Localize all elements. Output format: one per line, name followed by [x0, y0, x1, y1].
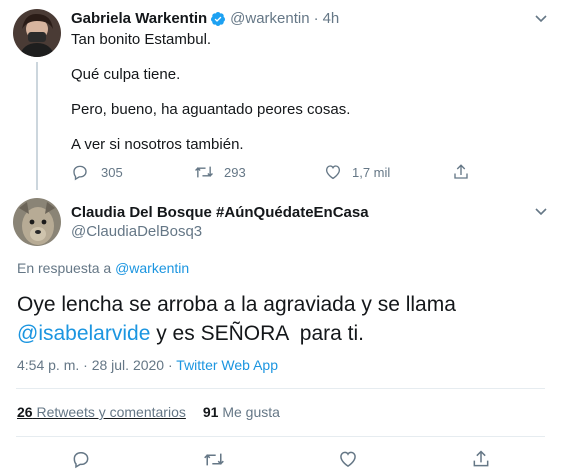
author-handle[interactable]: @ClaudiaDelBosq3 — [71, 223, 202, 240]
reply-context: En respuesta a @warkentin — [17, 260, 189, 276]
share-button[interactable] — [471, 449, 491, 469]
divider — [16, 436, 545, 437]
retweet-count: 293 — [224, 164, 246, 180]
author-name[interactable]: Gabriela Warkentin — [71, 10, 207, 27]
avatar-claudia[interactable] — [13, 198, 61, 246]
author-handle[interactable]: @warkentin — [230, 10, 309, 27]
engagement-stats: 26 Retweets y comentarios 91 Me gusta — [17, 404, 280, 420]
retweet-button[interactable]: 293 — [194, 163, 246, 181]
divider — [16, 388, 545, 389]
reply-tweet-header: Claudia Del Bosque #AúnQuédateEnCasa — [71, 204, 369, 222]
reply-icon — [71, 449, 91, 469]
thread-line — [36, 62, 38, 190]
retweet-icon — [194, 163, 214, 181]
separator-dot: · — [313, 10, 319, 27]
timestamp-separator: · — [164, 357, 177, 373]
tweet-time[interactable]: 4h — [323, 10, 340, 27]
reply-text-part2: y es SEÑORA para ti. — [150, 322, 364, 345]
share-icon — [471, 449, 491, 469]
retweet-button[interactable] — [203, 450, 225, 469]
tweet-line-4: A ver si nosotros también. — [71, 136, 244, 153]
retweet-icon — [203, 450, 225, 469]
likes-label: Me gusta — [222, 404, 280, 420]
heart-icon — [338, 449, 358, 469]
chevron-down-icon[interactable] — [531, 9, 551, 29]
timestamp[interactable]: 4:54 p. m. · 28 jul. 2020 — [17, 357, 164, 373]
tweet-line-3: Pero, bueno, ha aguantado peores cosas. — [71, 101, 351, 118]
author-name[interactable]: Claudia Del Bosque #AúnQuédateEnCasa — [71, 204, 369, 221]
chevron-down-icon[interactable] — [531, 202, 551, 222]
reply-count: 305 — [101, 164, 123, 180]
source-link[interactable]: Twitter Web App — [176, 357, 278, 373]
tweet-header: Gabriela Warkentin @warkentin · 4h — [71, 10, 339, 27]
retweets-label: Retweets y comentarios — [36, 404, 186, 420]
timestamp-row: 4:54 p. m. · 28 jul. 2020 · Twitter Web … — [17, 357, 278, 373]
reply-to-link[interactable]: @warkentin — [115, 260, 189, 276]
like-button[interactable]: 1,7 mil — [324, 163, 390, 181]
likes-count: 91 — [202, 404, 219, 420]
like-count: 1,7 mil — [352, 164, 391, 180]
reply-text: Oye lencha se arroba a la agraviada y se… — [17, 290, 547, 348]
tweet-line-2: Qué culpa tiene. — [71, 66, 181, 83]
retweets-count: 26 — [17, 404, 33, 420]
reply-prefix: En respuesta a — [17, 260, 112, 276]
verified-badge-icon — [210, 11, 226, 27]
reply-text-part1: Oye lencha se arroba a la agraviada y se… — [17, 293, 456, 316]
retweets-stat[interactable]: 26 Retweets y comentarios — [17, 404, 186, 420]
avatar-gabriela[interactable] — [13, 9, 61, 57]
reply-button[interactable] — [71, 449, 91, 469]
like-button[interactable] — [338, 449, 358, 469]
heart-icon — [324, 163, 342, 181]
reply-icon — [71, 163, 89, 181]
share-button[interactable] — [452, 163, 470, 181]
share-icon — [452, 163, 470, 181]
likes-stat[interactable]: 91 Me gusta — [203, 404, 280, 420]
mention-link[interactable]: @isabelarvide — [17, 322, 150, 345]
tweet-line-1: Tan bonito Estambul. — [71, 31, 212, 48]
reply-button[interactable]: 305 — [71, 163, 123, 181]
